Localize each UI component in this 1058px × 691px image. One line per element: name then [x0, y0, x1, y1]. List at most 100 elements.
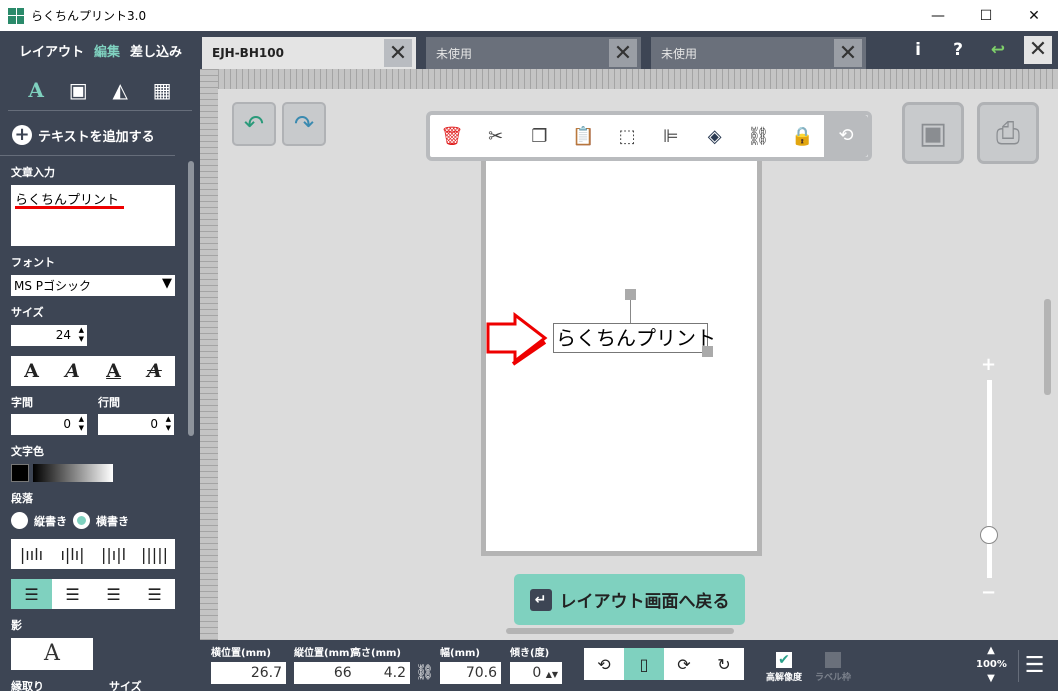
- italic-button[interactable]: A: [52, 356, 93, 386]
- save-button[interactable]: ▣: [902, 102, 964, 164]
- return-button[interactable]: ↩: [978, 40, 1018, 60]
- label-frame-toggle[interactable]: ラベル枠: [811, 652, 855, 683]
- zoom-in-icon[interactable]: +: [981, 354, 996, 375]
- rotate-none-button[interactable]: ▯: [624, 648, 664, 680]
- editor-canvas[interactable]: ↶ ↷ ▣ ⎙ 🗑 ✂ ❐ 📋 ⬚ ⊫ ◈ ⛓ 🔒 ⟲ らくちんプリント ↵ レ…: [200, 69, 1058, 640]
- align-right-button[interactable]: ☰: [93, 579, 134, 609]
- align-center-button[interactable]: ☰: [52, 579, 93, 609]
- info-button[interactable]: i: [898, 40, 938, 60]
- rotate-right-button[interactable]: ⟳: [664, 648, 704, 680]
- font-select[interactable]: MS Pゴシック ▼: [11, 275, 175, 296]
- line-spacing-stepper[interactable]: 0 ▲ ▼: [98, 414, 174, 435]
- color-gradient[interactable]: [33, 464, 113, 482]
- align-icon[interactable]: ⊫: [649, 126, 693, 147]
- vertical-scrollbar[interactable]: [1044, 299, 1051, 395]
- ruler-top: [200, 69, 1058, 89]
- tab-edit[interactable]: 編集: [94, 41, 120, 60]
- tab-unused-2[interactable]: 未使用 ✕: [651, 37, 866, 69]
- close-window-button[interactable]: ✕: [1010, 0, 1058, 31]
- spinner-icon[interactable]: ▲ ▼: [166, 415, 171, 433]
- line-spacing-group: 行間 0 ▲ ▼: [98, 394, 174, 435]
- link-icon[interactable]: ⛓: [415, 663, 434, 681]
- menu-list-icon[interactable]: ☰: [1018, 650, 1050, 682]
- tab-ejh-bh100[interactable]: EJH-BH100 ✕: [202, 37, 416, 69]
- tab-merge[interactable]: 差し込み: [130, 41, 182, 60]
- angle-label: 傾き(度): [510, 648, 550, 659]
- size-stepper[interactable]: 24 ▲ ▼: [11, 325, 87, 346]
- image-tool-icon[interactable]: ▣: [69, 78, 88, 102]
- selected-text-object[interactable]: らくちんプリント: [553, 323, 716, 353]
- align-justify-button[interactable]: ☰: [134, 579, 175, 609]
- align-left-button[interactable]: ☰: [11, 579, 52, 609]
- high-res-label: 高解像度: [765, 673, 802, 683]
- vertical-radio[interactable]: [11, 512, 28, 529]
- close-tab-icon[interactable]: ✕: [834, 39, 862, 67]
- close-tab-icon[interactable]: ✕: [609, 39, 637, 67]
- char-spacing-stepper[interactable]: 0 ▲ ▼: [11, 414, 87, 435]
- rotate-left-button[interactable]: ⟲: [584, 648, 624, 680]
- valign-justify-button[interactable]: |||||: [134, 539, 175, 569]
- rotate-handle[interactable]: [625, 289, 636, 300]
- text-tool-icon[interactable]: A: [28, 78, 44, 102]
- height-input[interactable]: 4.2: [351, 662, 410, 684]
- text-input-field[interactable]: らくちんプリント: [11, 185, 175, 246]
- paste-icon[interactable]: 📋: [561, 126, 605, 147]
- select-area-icon[interactable]: ⬚: [605, 126, 649, 147]
- tab-layout[interactable]: レイアウト: [19, 41, 84, 60]
- back-to-layout-button[interactable]: ↵ レイアウト画面へ戻る: [514, 574, 745, 625]
- qr-tool-icon[interactable]: ▦: [153, 78, 172, 102]
- help-button[interactable]: ?: [938, 40, 978, 60]
- line-spacing-value: 0: [150, 417, 158, 431]
- size-label: サイズ: [11, 306, 44, 319]
- horizontal-radio[interactable]: [73, 512, 90, 529]
- height-label: 高さ(mm): [351, 648, 401, 659]
- delete-icon[interactable]: 🗑: [430, 126, 474, 147]
- color-swatch[interactable]: [11, 464, 29, 482]
- zoom-out-icon[interactable]: −: [981, 582, 996, 603]
- valign-bottom-button[interactable]: ||ı|l: [93, 539, 134, 569]
- font-label: フォント: [11, 256, 55, 269]
- add-text-button[interactable]: + テキストを追加する: [0, 111, 175, 156]
- strikethrough-button[interactable]: A: [134, 356, 175, 386]
- zoom-track[interactable]: [987, 380, 992, 578]
- spinner-icon[interactable]: ▲ ▼: [79, 415, 84, 433]
- print-button[interactable]: ⎙: [977, 102, 1039, 164]
- spinner-icon[interactable]: ▲ ▼: [79, 326, 84, 344]
- zoom-knob[interactable]: [980, 526, 998, 544]
- tab-bar: EJH-BH100 ✕ 未使用 ✕ 未使用 ✕ i ? ↩ ✕: [200, 31, 1058, 69]
- cut-icon[interactable]: ✂: [474, 126, 518, 147]
- maximize-button[interactable]: ☐: [962, 0, 1010, 31]
- resize-handle[interactable]: [702, 346, 713, 357]
- x-position-input[interactable]: 26.7: [211, 662, 286, 684]
- angle-input[interactable]: 0 ▲▼: [510, 662, 562, 684]
- underline-button[interactable]: A: [93, 356, 134, 386]
- bold-button[interactable]: A: [11, 356, 52, 386]
- close-tab-icon[interactable]: ✕: [384, 39, 412, 67]
- undo-button[interactable]: ↶: [232, 102, 276, 146]
- group-link-icon[interactable]: ⛓: [737, 126, 781, 147]
- zoom-level[interactable]: ▲ 100% ▼: [976, 644, 1007, 686]
- tab-unused-1[interactable]: 未使用 ✕: [426, 37, 641, 69]
- close-icon[interactable]: ✕: [1024, 36, 1052, 64]
- horizontal-scrollbar[interactable]: [506, 628, 734, 634]
- valign-center-button[interactable]: ı|lı|: [52, 539, 93, 569]
- copy-icon[interactable]: ❐: [518, 126, 562, 147]
- rotate-180-button[interactable]: ↻: [704, 648, 744, 680]
- text-style-buttons: A A A A: [11, 356, 175, 386]
- shape-tool-icon[interactable]: ◭: [112, 78, 127, 102]
- direction-radios: 縦書き 横書き: [0, 512, 200, 529]
- rotate-object-icon[interactable]: ⟲: [824, 115, 868, 157]
- char-spacing-group: 字間 0 ▲ ▼: [11, 394, 87, 435]
- redo-button[interactable]: ↷: [282, 102, 326, 146]
- minimize-button[interactable]: —: [914, 0, 962, 31]
- sidebar-tabs: レイアウト 編集 差し込み: [0, 31, 200, 69]
- shadow-preview[interactable]: A: [11, 638, 93, 670]
- width-input[interactable]: 70.6: [440, 662, 501, 684]
- plus-icon: +: [12, 125, 32, 145]
- lock-icon[interactable]: 🔒: [780, 126, 824, 147]
- layers-icon[interactable]: ◈: [693, 126, 737, 147]
- char-spacing-value: 0: [63, 417, 71, 431]
- sidebar-scrollbar[interactable]: [188, 161, 194, 436]
- high-res-toggle[interactable]: ✔ 高解像度: [762, 652, 806, 683]
- valign-top-button[interactable]: |ıılı: [11, 539, 52, 569]
